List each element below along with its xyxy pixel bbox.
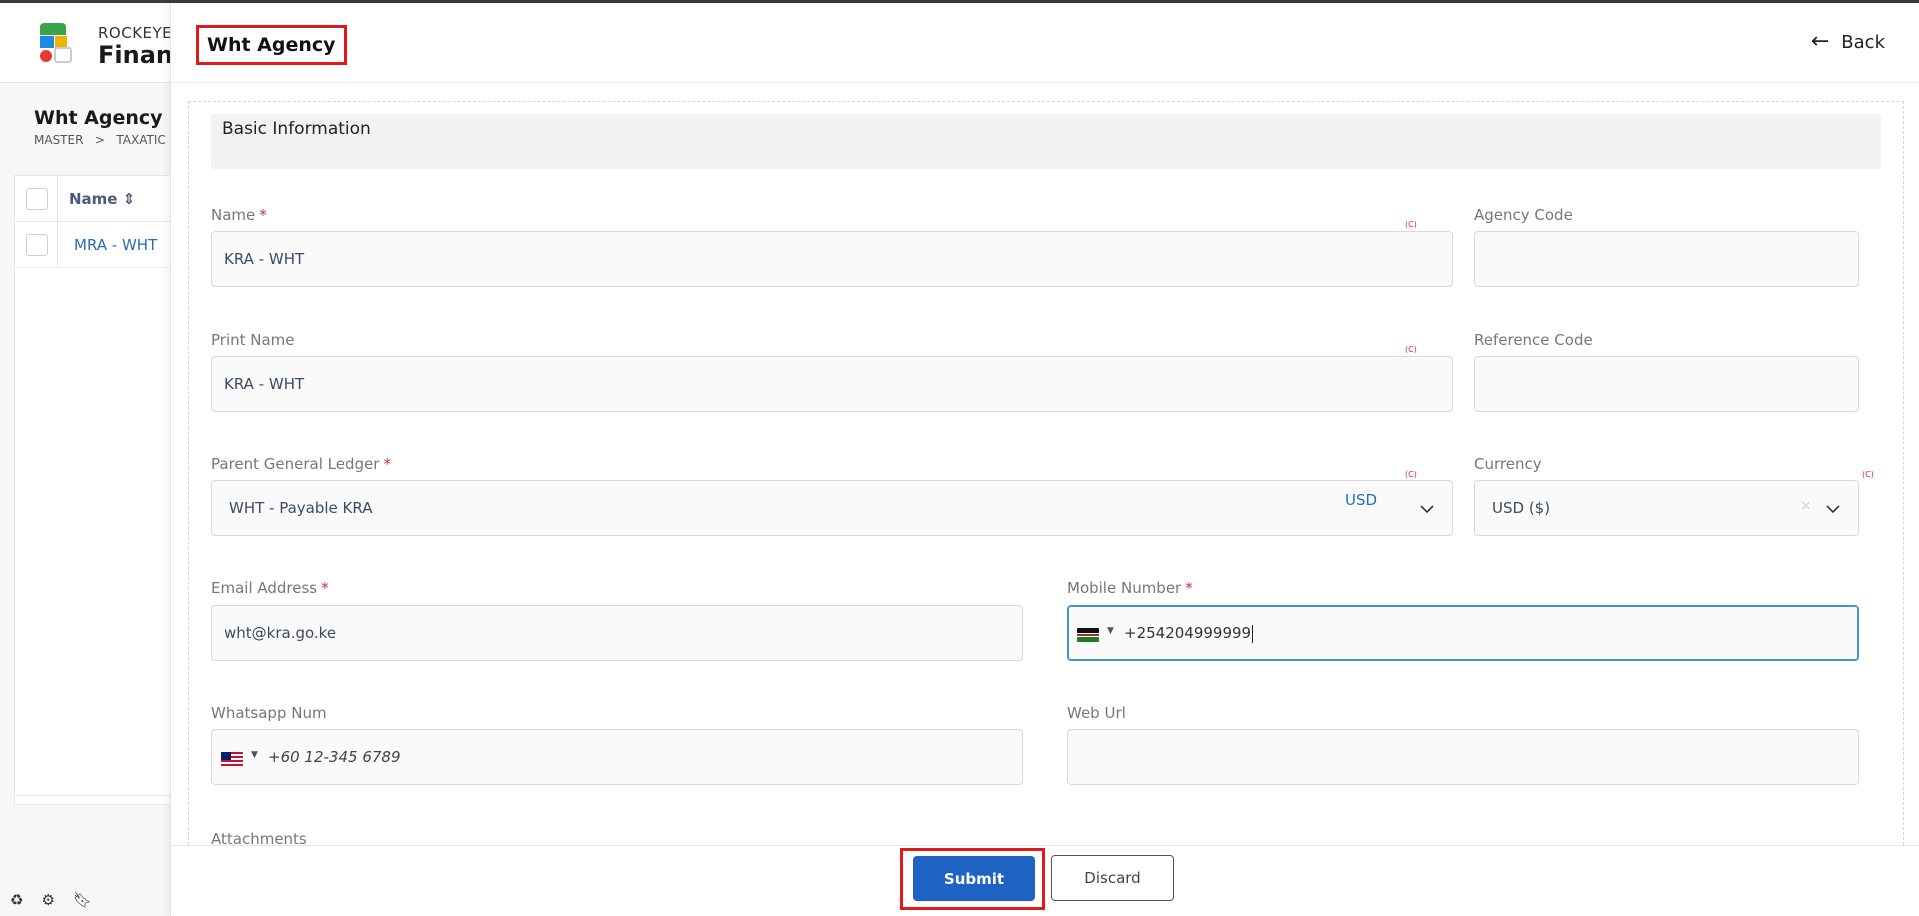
chevron-down-icon[interactable]	[1825, 501, 1841, 517]
footer-icons: ♻ ⚙ 🔖︎	[10, 891, 92, 909]
row-checkbox[interactable]	[26, 234, 48, 256]
mobile-number-input[interactable]: ▼ +254204999999	[1067, 605, 1859, 661]
email-label: Email Address *	[211, 579, 329, 597]
discard-button[interactable]: Discard	[1051, 855, 1174, 901]
app-header: ROCKEYE Financ	[0, 3, 187, 83]
parent-ledger-select[interactable]: WHT - Payable KRA USD	[211, 480, 1453, 536]
parent-ledger-c-tag: (C)	[1405, 470, 1417, 479]
recycle-icon[interactable]: ♻	[10, 891, 23, 909]
arrow-left-icon: ←	[1810, 29, 1830, 54]
whatsapp-placeholder: +60 12-345 6789	[268, 748, 401, 766]
currency-label: Currency	[1474, 455, 1542, 473]
agency-code-label: Agency Code	[1474, 206, 1573, 224]
panel-header: Wht Agency ← Back	[171, 3, 1919, 83]
submit-button[interactable]: Submit	[913, 856, 1035, 901]
back-label: Back	[1841, 31, 1885, 53]
whatsapp-label: Whatsapp Num	[211, 704, 327, 722]
print-name-label: Print Name	[211, 331, 295, 349]
currency-select[interactable]: USD ($) ×	[1474, 480, 1859, 536]
brand-name-top: ROCKEYE	[98, 24, 173, 42]
breadcrumb-master[interactable]: MASTER	[34, 133, 83, 147]
select-all-checkbox[interactable]	[26, 188, 48, 210]
reference-code-label: Reference Code	[1474, 331, 1593, 349]
country-caret-icon[interactable]: ▼	[251, 750, 258, 760]
agency-code-input[interactable]	[1474, 231, 1859, 287]
title-highlight: Wht Agency	[196, 25, 347, 65]
bookmark-icon[interactable]: 🔖︎	[73, 891, 92, 909]
back-button[interactable]: ← Back	[1811, 31, 1885, 53]
chevron-down-icon[interactable]	[1419, 501, 1435, 517]
settings-icon[interactable]: ⚙	[41, 891, 54, 909]
clear-icon[interactable]: ×	[1800, 498, 1812, 514]
kenya-flag-icon[interactable]	[1077, 628, 1099, 642]
name-label: Name *	[211, 206, 267, 224]
records-table: Name ⇕ MRA - WHT	[14, 175, 181, 805]
page-title: Wht Agency	[34, 107, 163, 129]
table-row[interactable]: MRA - WHT	[15, 222, 181, 268]
parent-ledger-label: Parent General Ledger *	[211, 455, 391, 473]
background-app: ROCKEYE Financ Wht Agency MASTER > TAXAT…	[0, 3, 187, 916]
wht-agency-form-panel: Wht Agency ← Back Basic Information Name…	[170, 3, 1919, 916]
breadcrumb-taxation[interactable]: TAXATIC	[116, 133, 165, 147]
ledger-currency-tag: USD	[1345, 491, 1378, 509]
brand-logo	[38, 23, 78, 65]
column-header-name[interactable]: Name ⇕	[69, 190, 135, 208]
whatsapp-input[interactable]: ▼ +60 12-345 6789	[211, 729, 1023, 785]
form-area: Basic Information Name * (C) KRA - WHT Ag…	[188, 101, 1904, 845]
name-c-tag: (C)	[1405, 220, 1417, 229]
print-name-c-tag: (C)	[1405, 345, 1417, 354]
reference-code-input[interactable]	[1474, 356, 1859, 412]
web-url-input[interactable]	[1067, 729, 1859, 785]
email-input[interactable]: wht@kra.go.ke	[211, 605, 1023, 661]
breadcrumb: MASTER > TAXATIC	[34, 133, 166, 147]
currency-c-tag: (C)	[1862, 470, 1874, 479]
attachments-label: Attachments	[211, 830, 307, 845]
name-input[interactable]: KRA - WHT	[211, 231, 1453, 287]
print-name-input[interactable]: KRA - WHT	[211, 356, 1453, 412]
web-url-label: Web Url	[1067, 704, 1126, 722]
malaysia-flag-icon[interactable]	[221, 752, 243, 766]
panel-title: Wht Agency	[207, 34, 336, 56]
section-header: Basic Information	[211, 114, 1881, 169]
country-caret-icon[interactable]: ▼	[1107, 626, 1114, 636]
table-header: Name ⇕	[15, 176, 181, 222]
row-name-link[interactable]: MRA - WHT	[74, 236, 157, 254]
section-title: Basic Information	[222, 119, 371, 139]
breadcrumb-separator: >	[94, 133, 105, 147]
mobile-label: Mobile Number *	[1067, 579, 1193, 597]
